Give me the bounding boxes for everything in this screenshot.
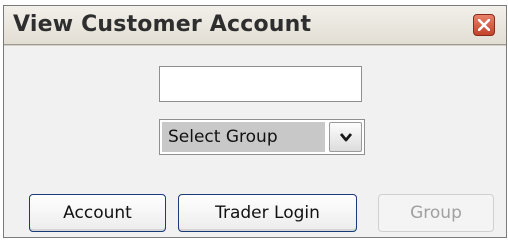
- customer-account-input[interactable]: [159, 66, 362, 102]
- dialog-title: View Customer Account: [13, 12, 312, 37]
- close-button[interactable]: [473, 14, 495, 36]
- group-select[interactable]: Select Group: [159, 119, 365, 155]
- chevron-down-icon: [339, 133, 353, 142]
- group-button-label: Group: [410, 203, 462, 223]
- title-bar: View Customer Account: [4, 6, 506, 45]
- group-select-value: Select Group: [162, 122, 325, 152]
- group-button[interactable]: Group: [378, 194, 494, 232]
- account-button-label: Account: [63, 203, 132, 223]
- trader-login-button-label: Trader Login: [215, 203, 320, 223]
- dialog-content: Select Group Account Trader Login Group: [4, 46, 506, 237]
- view-customer-account-dialog: View Customer Account Select Group Accou…: [3, 5, 507, 238]
- group-select-dropdown-button[interactable]: [329, 122, 362, 152]
- close-icon: [478, 19, 490, 31]
- account-button[interactable]: Account: [29, 194, 166, 232]
- trader-login-button[interactable]: Trader Login: [178, 194, 357, 232]
